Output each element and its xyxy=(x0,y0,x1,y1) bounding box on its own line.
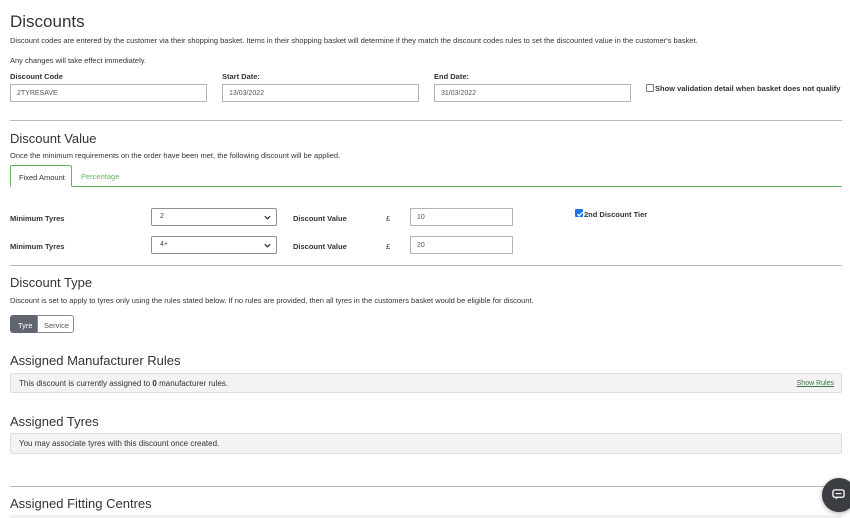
discount-type-description: Discount is set to apply to tyres only u… xyxy=(10,296,534,305)
currency-symbol: £ xyxy=(386,242,391,251)
discount-value-title: Discount Value xyxy=(10,131,97,146)
start-date-label: Start Date: xyxy=(222,72,260,81)
currency-symbol: £ xyxy=(386,214,391,223)
divider xyxy=(10,265,842,266)
assigned-tyres-panel: You may associate tyres with this discou… xyxy=(10,433,842,454)
discount-type-title: Discount Type xyxy=(10,275,93,290)
discount-value-label: Discount Value xyxy=(293,214,347,223)
service-toggle-button[interactable]: Service xyxy=(37,315,74,333)
tab-fixed-amount[interactable]: Fixed Amount xyxy=(10,165,72,187)
assigned-tyres-title: Assigned Tyres xyxy=(10,414,99,429)
show-rules-link[interactable]: Show Rules xyxy=(797,380,834,387)
page-description: Discount codes are entered by the custom… xyxy=(10,36,698,45)
discount-value-input[interactable]: 20 xyxy=(410,236,513,254)
manufacturer-rules-panel: This discount is currently assigned to 0… xyxy=(10,373,842,393)
end-date-label: End Date: xyxy=(434,72,470,81)
minimum-tyres-select[interactable]: 2 xyxy=(151,208,277,226)
chevron-down-icon xyxy=(264,243,271,248)
change-notice: Any changes will take effect immediately… xyxy=(10,56,147,65)
tab-underline xyxy=(10,186,842,187)
tab-percentage[interactable]: Percentage xyxy=(72,165,132,186)
manufacturer-rules-title: Assigned Manufacturer Rules xyxy=(10,353,181,368)
manufacturer-rules-prefix: This discount is currently assigned to xyxy=(19,379,153,388)
minimum-tyres-label: Minimum Tyres xyxy=(10,242,65,251)
tyre-toggle-button[interactable]: Tyre xyxy=(10,315,38,333)
show-validation-checkbox[interactable] xyxy=(646,84,654,92)
chat-icon xyxy=(832,489,845,500)
tab-percentage-label: Percentage xyxy=(81,172,120,181)
second-tier-label: 2nd Discount Tier xyxy=(584,210,648,219)
minimum-tyres-value: 4+ xyxy=(160,241,168,248)
show-validation-label: Show validation detail when basket does … xyxy=(655,84,841,93)
assigned-tyres-text: You may associate tyres with this discou… xyxy=(19,439,220,448)
divider xyxy=(10,486,842,487)
manufacturer-rules-text: This discount is currently assigned to 0… xyxy=(19,379,228,388)
tyre-toggle-label: Tyre xyxy=(18,321,33,330)
start-date-input[interactable]: 13/03/2022 xyxy=(222,84,419,102)
minimum-tyres-select[interactable]: 4+ xyxy=(151,236,277,254)
end-date-input[interactable]: 31/03/2022 xyxy=(434,84,631,102)
manufacturer-rules-suffix: manufacturer rules. xyxy=(156,379,228,388)
discount-value-description: Once the minimum requirements on the ord… xyxy=(10,151,341,160)
divider xyxy=(10,120,842,121)
service-toggle-label: Service xyxy=(44,321,70,330)
discount-value-input[interactable]: 10 xyxy=(410,208,513,226)
minimum-tyres-label: Minimum Tyres xyxy=(10,214,65,223)
checkmark-icon xyxy=(576,211,584,217)
discount-code-label: Discount Code xyxy=(10,72,63,81)
discount-code-input[interactable]: 2TYRESAVE xyxy=(10,84,207,102)
page-title: Discounts xyxy=(10,12,85,31)
minimum-tyres-value: 2 xyxy=(160,213,164,220)
chevron-down-icon xyxy=(264,215,271,220)
discount-value-label: Discount Value xyxy=(293,242,347,251)
fitting-centres-title: Assigned Fitting Centres xyxy=(10,496,152,511)
second-tier-checkbox[interactable] xyxy=(575,209,584,217)
tab-fixed-amount-label: Fixed Amount xyxy=(19,173,65,182)
chat-button[interactable] xyxy=(822,478,850,512)
